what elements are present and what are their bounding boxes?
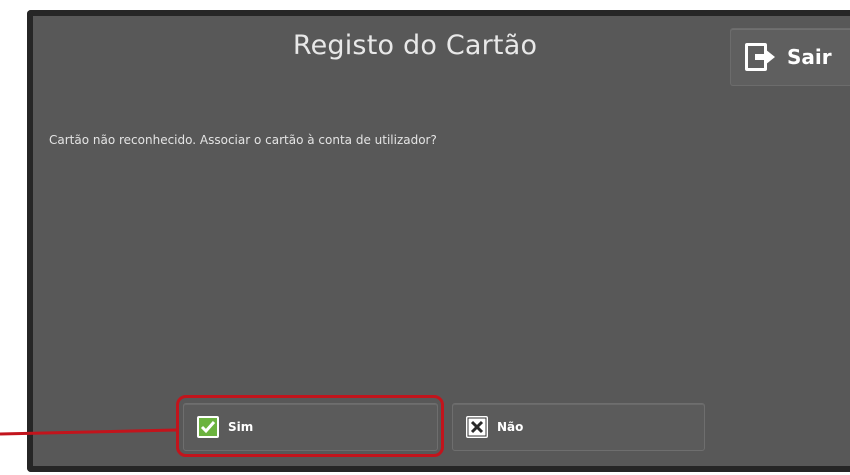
exit-button[interactable]: Sair [730, 28, 850, 86]
dialog-message: Cartão não reconhecido. Associar o cartã… [49, 133, 437, 147]
exit-door-icon [743, 40, 777, 74]
yes-button[interactable]: Sim [183, 403, 438, 451]
dialog-title: Registo do Cartão [292, 30, 538, 61]
no-button[interactable]: Não [452, 403, 705, 451]
yes-button-label: Sim [228, 420, 254, 434]
checkbox-x-icon [465, 415, 489, 439]
card-registration-dialog [27, 10, 850, 472]
no-button-label: Não [497, 420, 524, 434]
checkbox-check-icon [196, 415, 220, 439]
screenshot-frame: Registo do Cartão Sair Cartão não reconh… [0, 0, 850, 475]
exit-button-label: Sair [787, 45, 832, 69]
